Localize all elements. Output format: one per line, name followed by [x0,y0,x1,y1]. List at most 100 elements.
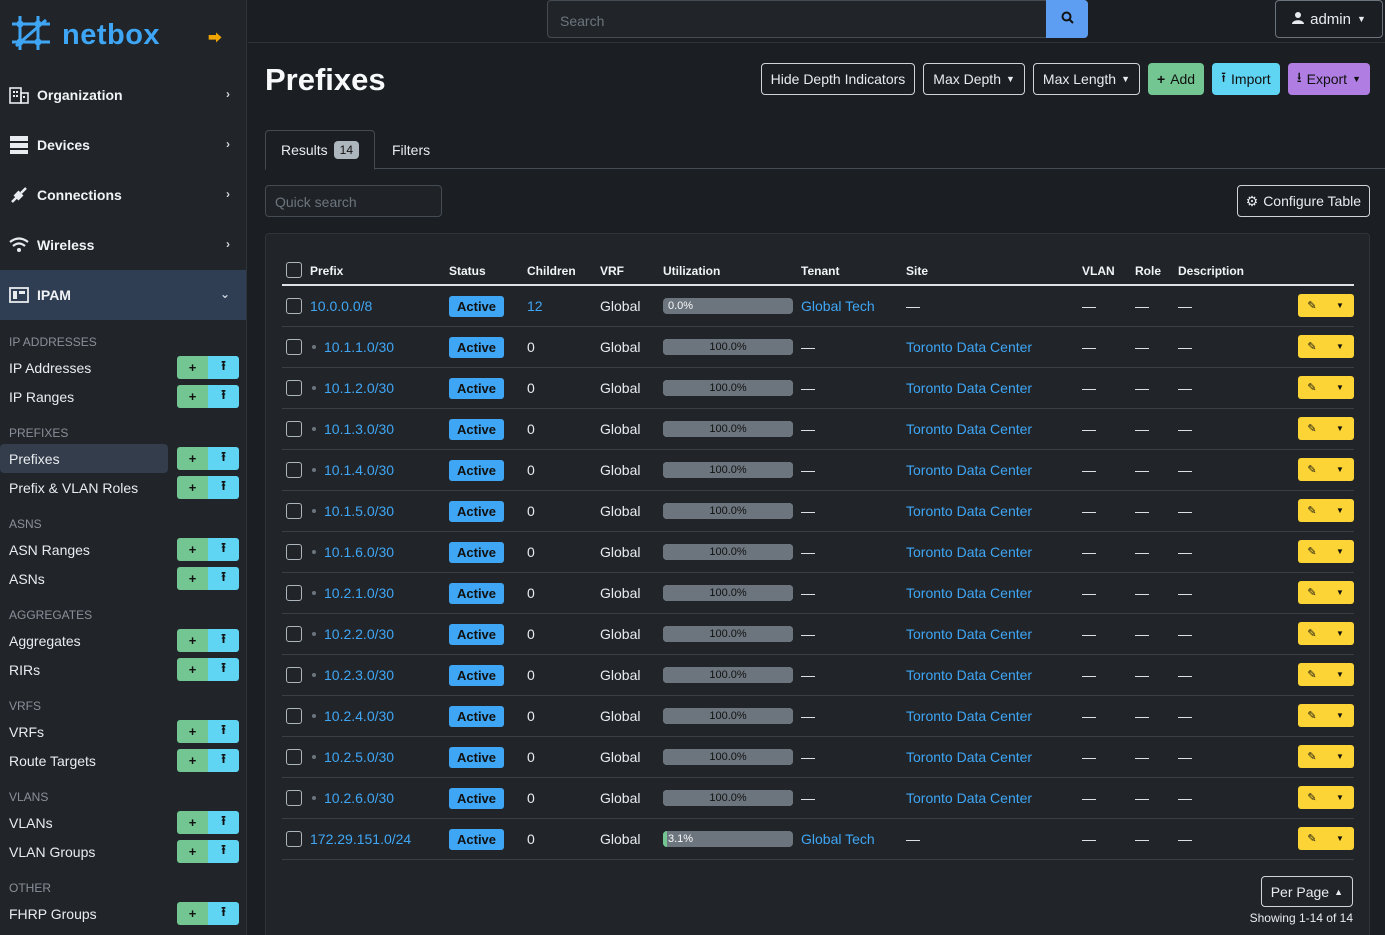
site-link[interactable]: Toronto Data Center [906,708,1032,724]
row-checkbox[interactable] [286,503,302,520]
quick-add-button[interactable]: + [177,720,208,743]
col-tenant[interactable]: Tenant [801,256,906,286]
col-description[interactable]: Description [1178,256,1278,286]
quick-import-button[interactable]: ⭱ [208,567,239,590]
tab-results[interactable]: Results 14 [265,130,375,170]
quick-add-button[interactable]: + [177,356,208,379]
global-search-input[interactable]: Search [547,0,1046,38]
sidebar-item-prefixes[interactable]: Prefixes [0,444,168,473]
quick-import-button[interactable]: ⭱ [208,447,239,470]
col-prefix[interactable]: Prefix [310,256,449,286]
col-status[interactable]: Status [449,256,527,286]
row-checkbox[interactable] [286,626,302,643]
edit-button[interactable]: ✎ [1298,458,1326,481]
search-button[interactable] [1046,0,1088,38]
children-link[interactable]: 12 [527,298,543,314]
prefix-link[interactable]: 10.1.5.0/30 [324,503,394,519]
row-menu-dropdown[interactable]: ▼ [1326,458,1354,481]
site-link[interactable]: Toronto Data Center [906,380,1032,396]
site-link[interactable]: Toronto Data Center [906,749,1032,765]
max-length-dropdown[interactable]: Max Length ▼ [1032,63,1140,95]
quick-import-button[interactable]: ⭱ [208,749,239,772]
row-checkbox[interactable] [286,298,302,315]
col-children[interactable]: Children [527,256,600,286]
site-link[interactable]: Toronto Data Center [906,585,1032,601]
nav-group-ipam[interactable]: IPAM ⌄ [0,270,246,320]
prefix-link[interactable]: 10.1.2.0/30 [324,380,394,396]
edit-button[interactable]: ✎ [1298,499,1326,522]
prefix-link[interactable]: 10.2.1.0/30 [324,585,394,601]
row-menu-dropdown[interactable]: ▼ [1326,786,1354,809]
quick-add-button[interactable]: + [177,840,208,863]
row-menu-dropdown[interactable]: ▼ [1326,294,1354,318]
quick-import-button[interactable]: ⭱ [208,385,239,408]
quick-search-input[interactable]: Quick search [265,185,442,217]
site-link[interactable]: Toronto Data Center [906,790,1032,806]
quick-import-button[interactable]: ⭱ [208,840,239,863]
nav-group-connections[interactable]: Connections › [0,170,246,220]
quick-import-button[interactable]: ⭱ [208,902,239,925]
prefix-link[interactable]: 10.1.3.0/30 [324,421,394,437]
row-checkbox[interactable] [286,462,302,479]
prefix-link[interactable]: 10.0.0.0/8 [310,298,372,314]
quick-add-button[interactable]: + [177,629,208,652]
prefix-link[interactable]: 10.2.6.0/30 [324,790,394,806]
per-page-dropdown[interactable]: Per Page ▲ [1260,876,1353,907]
prefix-link[interactable]: 172.29.151.0/24 [310,831,411,847]
quick-add-button[interactable]: + [177,567,208,590]
prefix-link[interactable]: 10.2.3.0/30 [324,667,394,683]
edit-button[interactable]: ✎ [1298,622,1326,645]
brand[interactable]: netbox ⮕ [0,0,246,70]
site-link[interactable]: Toronto Data Center [906,421,1032,437]
row-checkbox[interactable] [286,339,302,356]
quick-import-button[interactable]: ⭱ [208,629,239,652]
col-role[interactable]: Role [1135,256,1178,286]
site-link[interactable]: Toronto Data Center [906,626,1032,642]
row-checkbox[interactable] [286,667,302,684]
row-checkbox[interactable] [286,544,302,561]
nav-group-wireless[interactable]: Wireless › [0,220,246,270]
edit-button[interactable]: ✎ [1298,663,1326,686]
prefix-link[interactable]: 10.2.4.0/30 [324,708,394,724]
edit-button[interactable]: ✎ [1298,376,1326,399]
quick-import-button[interactable]: ⭱ [208,356,239,379]
import-button[interactable]: ⭱ Import [1212,63,1280,95]
row-menu-dropdown[interactable]: ▼ [1326,622,1354,645]
quick-import-button[interactable]: ⭱ [208,720,239,743]
quick-add-button[interactable]: + [177,902,208,925]
site-link[interactable]: Toronto Data Center [906,462,1032,478]
configure-table-button[interactable]: ⚙ Configure Table [1236,185,1370,217]
tenant-link[interactable]: Global Tech [801,831,875,847]
prefix-link[interactable]: 10.2.2.0/30 [324,626,394,642]
tenant-link[interactable]: Global Tech [801,298,875,314]
edit-button[interactable]: ✎ [1298,704,1326,727]
prefix-link[interactable]: 10.1.4.0/30 [324,462,394,478]
quick-add-button[interactable]: + [177,811,208,834]
quick-import-button[interactable]: ⭱ [208,811,239,834]
quick-add-button[interactable]: + [177,447,208,470]
max-depth-dropdown[interactable]: Max Depth ▼ [923,63,1025,95]
nav-group-organization[interactable]: Organization › [0,70,246,120]
row-checkbox[interactable] [286,708,302,725]
row-menu-dropdown[interactable]: ▼ [1326,663,1354,686]
row-menu-dropdown[interactable]: ▼ [1326,540,1354,563]
quick-add-button[interactable]: + [177,538,208,561]
edit-button[interactable]: ✎ [1298,335,1326,358]
edit-button[interactable]: ✎ [1298,827,1326,850]
site-link[interactable]: Toronto Data Center [906,667,1032,683]
user-menu-button[interactable]: admin ▼ [1275,0,1383,38]
hide-depth-button[interactable]: Hide Depth Indicators [760,63,916,95]
select-all-checkbox[interactable] [286,262,302,278]
nav-group-devices[interactable]: Devices › [0,120,246,170]
row-menu-dropdown[interactable]: ▼ [1326,417,1354,440]
edit-button[interactable]: ✎ [1298,745,1326,768]
site-link[interactable]: Toronto Data Center [906,544,1032,560]
row-menu-dropdown[interactable]: ▼ [1326,499,1354,522]
quick-import-button[interactable]: ⭱ [208,658,239,681]
col-site[interactable]: Site [906,256,1082,286]
add-button[interactable]: + Add [1148,63,1205,95]
quick-import-button[interactable]: ⭱ [208,476,239,499]
row-checkbox[interactable] [286,380,302,397]
row-menu-dropdown[interactable]: ▼ [1326,745,1354,768]
prefix-link[interactable]: 10.1.6.0/30 [324,544,394,560]
